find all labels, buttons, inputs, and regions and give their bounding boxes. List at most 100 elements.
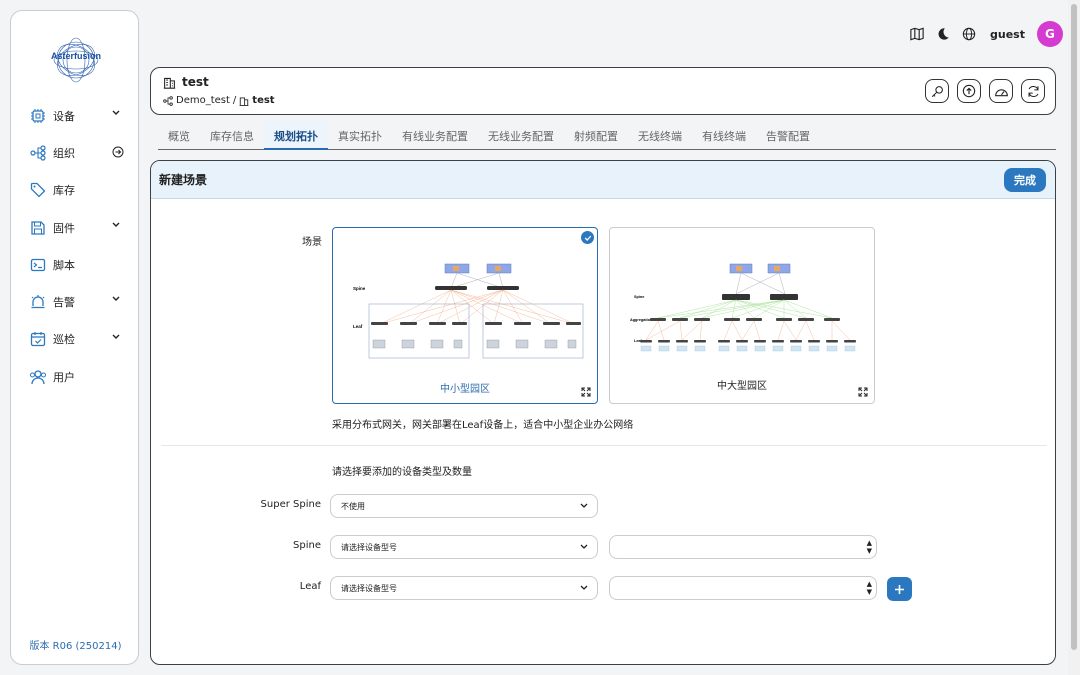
site-title-text: test [182, 75, 209, 89]
username[interactable]: guest [990, 28, 1025, 41]
sidebar-item-organization[interactable]: 组织 [11, 134, 140, 171]
diagram-label-aggregation: Aggregation [630, 318, 653, 322]
chevron-down-icon [580, 585, 588, 590]
tab-wireless-service-config[interactable]: 无线业务配置 [478, 120, 564, 150]
chevron-down-icon[interactable] [112, 334, 120, 340]
page-scrollbar[interactable] [1068, 0, 1080, 675]
sidebar: Asterfusion 设备 组织 库存 固件 脚本 告警 巡检 用户 版本 R… [10, 10, 139, 665]
done-button[interactable]: 完成 [1004, 168, 1046, 192]
breadcrumb-parent[interactable]: Demo_test [176, 95, 230, 106]
sidebar-nav: 设备 组织 库存 固件 脚本 告警 巡检 用户 [11, 97, 140, 395]
sidebar-item-scripts[interactable]: 脚本 [11, 246, 140, 283]
diagram-label-spine: Spine [634, 295, 644, 299]
divider [161, 445, 1047, 446]
moon-icon[interactable] [936, 27, 950, 41]
arrow-circle-right-icon[interactable] [112, 146, 124, 158]
tab-bar: 概览 库存信息 规划拓扑 真实拓扑 有线业务配置 无线业务配置 射频配置 无线终… [158, 120, 1056, 150]
device-prompt: 请选择要添加的设备类型及数量 [332, 467, 472, 478]
sidebar-item-users[interactable]: 用户 [11, 358, 140, 395]
site-header-card: test Demo_test / test [150, 67, 1056, 115]
tab-inventory[interactable]: 库存信息 [200, 120, 264, 150]
scene-description: 采用分布式网关，网关部署在Leaf设备上，适合中小型企业办公网络 [332, 420, 634, 431]
site-title: test [163, 75, 209, 89]
add-leaf-button[interactable] [887, 577, 912, 601]
building-icon [239, 96, 249, 106]
row-label-super-spine: Super Spine [260, 499, 321, 510]
select-value: 请选择设备型号 [341, 583, 397, 593]
select-value: 请选择设备型号 [341, 542, 397, 552]
leaf-quantity-stepper[interactable]: ▲ ▼ [609, 576, 877, 600]
topbar: guest G [910, 21, 1063, 47]
chevron-down-icon[interactable] [112, 222, 120, 228]
chevron-down-icon [580, 503, 588, 508]
card-title: 新建场景 [159, 173, 208, 187]
diagram-label-leaf: Leaf [353, 324, 363, 329]
sidebar-item-label: 固件 [53, 221, 75, 235]
sidebar-item-label: 巡检 [53, 333, 75, 347]
tab-real-topology[interactable]: 真实拓扑 [328, 120, 392, 150]
tag-icon [29, 181, 47, 199]
topology-diagram-small: Spine Leaf [353, 263, 584, 359]
tab-wired-clients[interactable]: 有线终端 [692, 120, 756, 150]
chevron-down-icon[interactable] [112, 296, 120, 302]
row-label-spine: Spine [293, 540, 321, 551]
tab-alarm-config[interactable]: 告警配置 [756, 120, 820, 150]
sidebar-item-alarms[interactable]: 告警 [11, 283, 140, 320]
tab-planned-topology[interactable]: 规划拓扑 [264, 120, 328, 150]
sidebar-item-inventory[interactable]: 库存 [11, 172, 140, 209]
gauge-icon [994, 88, 1008, 96]
scene-option-medium-large-campus[interactable]: Spine Aggregation Leaf 中大型园区 [609, 227, 875, 404]
spine-model-select[interactable]: 请选择设备型号 [330, 535, 598, 559]
sidebar-item-label: 告警 [53, 296, 75, 310]
calendar-check-icon [29, 330, 47, 348]
arrow-up-circle-icon [962, 84, 976, 98]
version-text: 版本 R06 (250214) [29, 641, 122, 652]
dashboard-button[interactable] [989, 79, 1013, 103]
globe-icon[interactable] [962, 27, 976, 41]
refresh-icon [1028, 85, 1038, 97]
sidebar-item-firmware[interactable]: 固件 [11, 209, 140, 246]
expand-icon[interactable] [581, 387, 591, 397]
diagram-label-spine: Spine [353, 286, 366, 291]
upload-button[interactable] [957, 79, 981, 103]
card-header: 新建场景 完成 [151, 161, 1055, 199]
header-actions [925, 79, 1045, 103]
sidebar-item-inspection[interactable]: 巡检 [11, 321, 140, 358]
scene-option-small-medium-campus[interactable]: Spine Leaf 中小型园区 [332, 227, 598, 404]
logo-text: Asterfusion [51, 51, 102, 61]
tab-wired-service-config[interactable]: 有线业务配置 [392, 120, 478, 150]
spine-quantity-stepper[interactable]: ▲ ▼ [609, 535, 877, 559]
scrollbar-thumb[interactable] [1071, 4, 1077, 650]
asterfusion-logo[interactable]: Asterfusion [51, 35, 101, 85]
tab-overview[interactable]: 概览 [158, 120, 200, 150]
search-key-button[interactable] [925, 79, 949, 103]
tab-rf-config[interactable]: 射频配置 [564, 120, 628, 150]
super-spine-select[interactable]: 不使用 [330, 494, 598, 518]
sidebar-item-label: 库存 [53, 184, 75, 198]
scene-caption: 中大型园区 [717, 381, 767, 392]
sidebar-item-devices[interactable]: 设备 [11, 97, 140, 134]
building-icon [163, 77, 176, 89]
terminal-icon [29, 256, 47, 274]
avatar[interactable]: G [1036, 21, 1063, 47]
sidebar-item-label: 脚本 [53, 258, 75, 272]
save-disk-icon [29, 219, 47, 237]
leaf-model-select[interactable]: 请选择设备型号 [330, 576, 598, 600]
sidebar-item-label: 组织 [53, 146, 75, 160]
row-label-leaf: Leaf [299, 581, 321, 592]
map-icon[interactable] [910, 27, 924, 41]
users-icon [29, 368, 47, 386]
tab-wireless-clients[interactable]: 无线终端 [628, 120, 692, 150]
topology-diagram-large: Spine Aggregation Leaf [630, 263, 856, 352]
plus-icon [895, 584, 904, 594]
key-icon [931, 85, 943, 97]
refresh-button[interactable] [1021, 79, 1045, 103]
expand-icon[interactable] [858, 387, 868, 397]
scene-label: 场景 [302, 237, 322, 248]
sidebar-item-label: 用户 [53, 370, 75, 384]
breadcrumb: Demo_test / test [163, 95, 275, 106]
spin-arrows-icon[interactable]: ▲ ▼ [867, 539, 872, 555]
breadcrumb-current: test [252, 95, 275, 106]
chevron-down-icon[interactable] [112, 110, 120, 116]
spin-arrows-icon[interactable]: ▲ ▼ [867, 580, 872, 596]
